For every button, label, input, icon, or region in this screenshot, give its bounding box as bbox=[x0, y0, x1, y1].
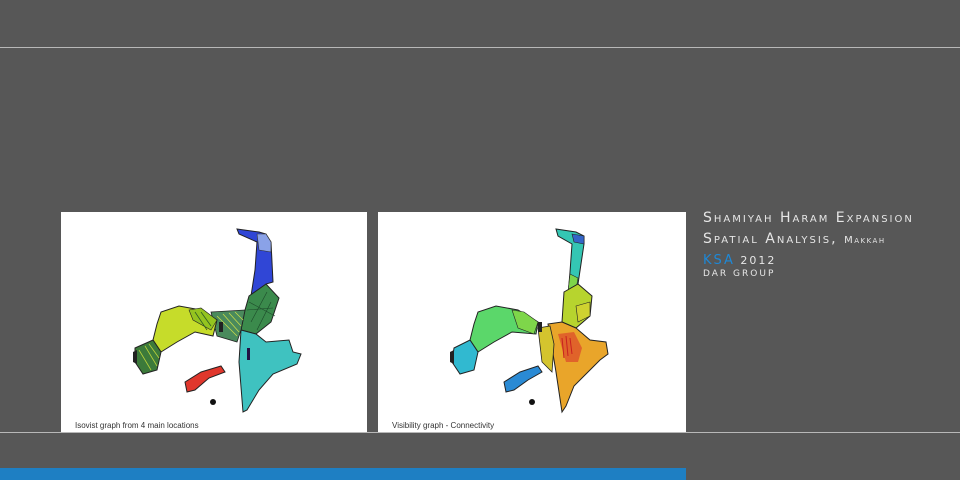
isovist-plan-image bbox=[133, 228, 302, 413]
bottom-divider bbox=[0, 432, 960, 433]
isovist-graph-panel: Isovist graph from 4 main locations bbox=[61, 212, 367, 432]
country-year: KSA 2012 bbox=[703, 253, 958, 268]
year-label: 2012 bbox=[740, 254, 777, 267]
subtitle-text: Spatial Analysis, bbox=[703, 231, 838, 247]
top-divider bbox=[0, 47, 960, 48]
subtitle-location: Makkah bbox=[844, 235, 886, 246]
country-label: KSA bbox=[703, 253, 735, 268]
panel-caption: Isovist graph from 4 main locations bbox=[75, 421, 199, 430]
visibility-graph-panel: Visibility graph - Connectivity bbox=[378, 212, 686, 432]
firm-label: DAR GROUP bbox=[703, 269, 776, 279]
project-title: Shamiyah Haram Expansion bbox=[703, 210, 914, 226]
accent-bar bbox=[0, 468, 686, 480]
visibility-plan-image bbox=[450, 228, 609, 414]
panel-caption: Visibility graph - Connectivity bbox=[392, 421, 495, 430]
project-subtitle: Spatial Analysis, Makkah bbox=[703, 229, 958, 251]
title-block: Shamiyah Haram Expansion Spatial Analysi… bbox=[703, 208, 958, 279]
